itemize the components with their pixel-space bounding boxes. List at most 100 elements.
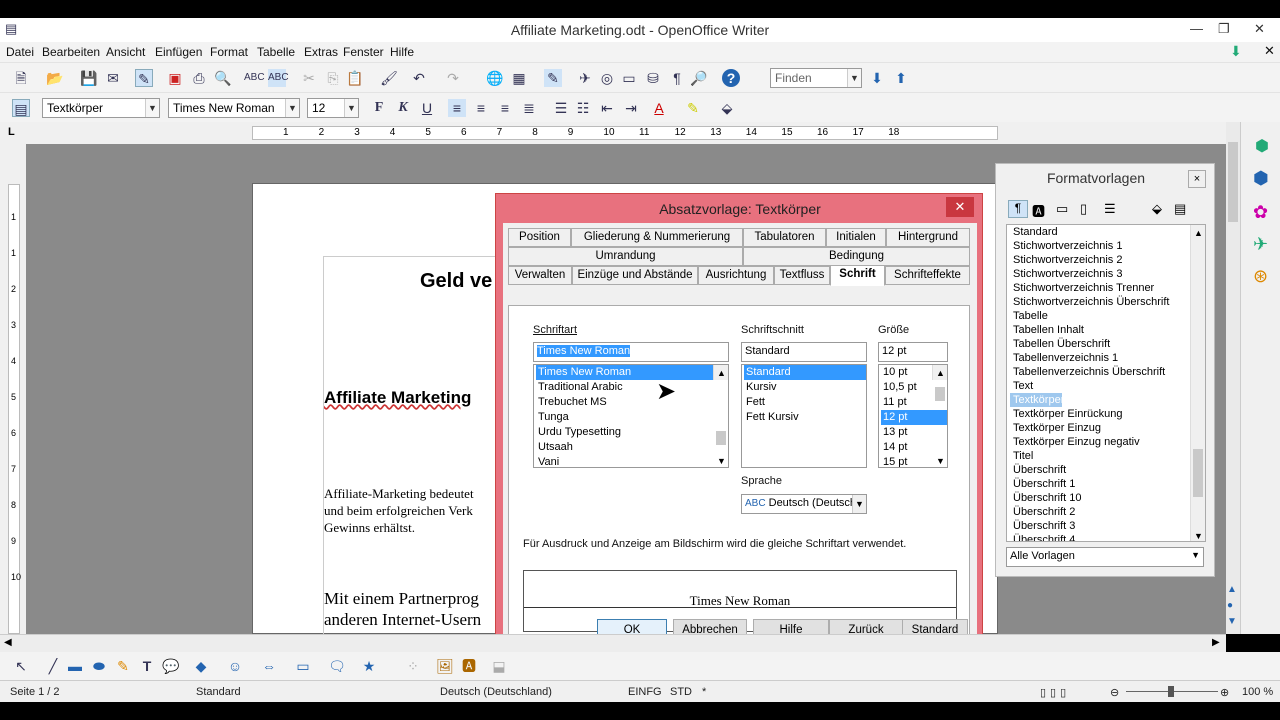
font-size-list-item[interactable]: 14 pt (881, 440, 947, 455)
open-icon[interactable]: 📂 (46, 69, 64, 87)
styles-panel-close-icon[interactable]: × (1188, 170, 1206, 188)
points-icon[interactable]: ⁘ (404, 657, 422, 675)
styles-icon[interactable]: ⬢ (1253, 168, 1269, 189)
fontwork-icon[interactable]: 🅰 (460, 657, 478, 675)
styles-list[interactable]: Standard Stichwortverzeichnis 1 Stichwortv… (1006, 224, 1206, 542)
format-paintbrush-icon[interactable]: 🖌 (380, 69, 398, 87)
font-name-select[interactable]: Times New Roman ▼ (168, 98, 300, 118)
help-icon[interactable]: ? (722, 69, 740, 87)
zoom-in-icon[interactable]: ⊕ (1220, 686, 1229, 699)
basic-shapes-icon[interactable]: ◆ (192, 657, 210, 675)
underline-icon[interactable]: U (418, 99, 436, 117)
rectangle-icon[interactable]: ▬ (66, 657, 84, 675)
print-icon[interactable]: ⎙ (190, 69, 208, 87)
tab-gliederung[interactable]: Gliederung & Nummerierung (571, 228, 743, 247)
font-name-dropdown-icon[interactable]: ▼ (285, 99, 299, 117)
paragraph-style-dropdown-icon[interactable]: ▼ (145, 99, 159, 117)
line-icon[interactable]: ╱ (44, 657, 62, 675)
menu-hilfe[interactable]: Hilfe (390, 45, 414, 59)
table-icon[interactable]: ▦ (510, 69, 528, 87)
font-size-list-item[interactable]: 12 pt (881, 410, 947, 425)
background-color-icon[interactable]: ⬙ (718, 99, 736, 117)
hscroll-right-icon[interactable]: ▶ (1212, 637, 1220, 648)
function-icon[interactable]: ⊛ (1253, 266, 1268, 287)
symbol-shapes-icon[interactable]: ☺ (226, 657, 244, 675)
data-sources-icon[interactable]: ▭ (620, 69, 638, 87)
style-list-item[interactable]: Textkörper Einrückung (1010, 407, 1205, 421)
close-document-icon[interactable]: ✕ (1264, 43, 1275, 59)
export-pdf-icon[interactable]: ▣ (166, 69, 184, 87)
next-page-icon[interactable]: ▼ (1227, 616, 1237, 627)
menu-tabelle[interactable]: Tabelle (257, 45, 295, 59)
stars-icon[interactable]: ★ (360, 657, 378, 675)
size-list-scroll-down-icon[interactable]: ▼ (936, 454, 945, 467)
restore-button[interactable]: ❐ (1218, 21, 1230, 37)
menu-format[interactable]: Format (210, 45, 248, 59)
font-name-list[interactable]: Times New Roman Traditional Arabic Trebuch… (533, 364, 729, 468)
tab-ausrichtung[interactable]: Ausrichtung (698, 266, 774, 285)
status-page[interactable]: Seite 1 / 2 (10, 686, 60, 698)
freeform-icon[interactable]: ✎ (114, 657, 132, 675)
find-next-icon[interactable]: ⬇ (868, 69, 886, 87)
tab-hintergrund[interactable]: Hintergrund (886, 228, 970, 247)
menu-ansicht[interactable]: Ansicht (106, 45, 145, 59)
sidebar-navigator-icon[interactable]: ✈ (1253, 234, 1268, 255)
status-language[interactable]: Deutsch (Deutschland) (440, 686, 552, 698)
email-icon[interactable]: ✉ (104, 69, 122, 87)
fill-format-icon[interactable]: ⬙ (1152, 201, 1162, 217)
redo-icon[interactable]: ↷ (444, 69, 462, 87)
font-style-list-item[interactable]: Kursiv (744, 380, 866, 395)
style-list-item[interactable]: Stichwortverzeichnis Trenner (1010, 281, 1205, 295)
navigator-icon[interactable]: ✈ (576, 69, 594, 87)
style-list-item[interactable]: Textkörper (1010, 393, 1064, 407)
style-list-item[interactable]: Stichwortverzeichnis 3 (1010, 267, 1205, 281)
tab-schrift[interactable]: Schrift (830, 265, 885, 286)
properties-icon[interactable]: ⬢ (1255, 136, 1269, 156)
view-layout-icons[interactable]: ▯▯▯ (1040, 686, 1070, 699)
tab-bedingung[interactable]: Bedingung (743, 247, 970, 266)
gallery-icon[interactable]: ◎ (598, 69, 616, 87)
style-list-item[interactable]: Tabellen Inhalt (1010, 323, 1205, 337)
menu-fenster[interactable]: Fenster (343, 45, 384, 59)
find-input[interactable]: Finden ▼ (770, 68, 862, 88)
extrusion-icon[interactable]: ⬓ (490, 657, 508, 675)
style-list-item[interactable]: Stichwortverzeichnis 1 (1010, 239, 1205, 253)
justify-icon[interactable]: ≣ (520, 99, 538, 117)
font-list-item[interactable]: Vani (536, 455, 728, 467)
style-list-item[interactable]: Text (1010, 379, 1205, 393)
from-file-icon[interactable]: 🖼 (436, 657, 454, 675)
status-zoom[interactable]: 100 % (1242, 686, 1273, 698)
numbering-icon[interactable]: ☰ (552, 99, 570, 117)
tab-verwalten[interactable]: Verwalten (508, 266, 572, 285)
zoom-slider[interactable] (1126, 686, 1218, 697)
styles-filter-dropdown-icon[interactable]: ▼ (1191, 550, 1200, 560)
menu-datei[interactable]: Datei (6, 45, 34, 59)
style-list-item[interactable]: Stichwortverzeichnis 2 (1010, 253, 1205, 267)
select-icon[interactable]: ↖ (12, 657, 30, 675)
minimize-button[interactable]: — (1190, 21, 1203, 36)
style-list-item[interactable]: Textkörper Einzug (1010, 421, 1205, 435)
tab-textfluss[interactable]: Textfluss (774, 266, 830, 285)
update-icon[interactable]: ⬇ (1230, 43, 1242, 60)
align-center-icon[interactable]: ≡ (472, 99, 490, 117)
font-list-item[interactable]: Trebuchet MS (536, 395, 728, 410)
callout-icon[interactable]: 💬 (162, 657, 180, 675)
style-list-item[interactable]: Tabelle (1010, 309, 1205, 323)
italic-icon[interactable]: K (394, 99, 412, 117)
font-list-item[interactable]: Utsaah (536, 440, 728, 455)
zoom-icon[interactable]: 🔎 (690, 69, 708, 87)
font-list-scroll-up-icon[interactable]: ▲ (717, 366, 726, 381)
tab-initialen[interactable]: Initialen (826, 228, 886, 247)
font-style-list-item[interactable]: Fett Kursiv (744, 410, 866, 425)
style-list-item[interactable]: Überschrift 2 (1010, 505, 1205, 519)
style-list-item[interactable]: Tabellenverzeichnis Überschrift (1010, 365, 1205, 379)
font-size-select[interactable]: 12 ▼ (307, 98, 359, 118)
language-dropdown-icon[interactable]: ▼ (852, 495, 866, 513)
new-style-icon[interactable]: ▤ (1174, 201, 1186, 217)
style-list-item[interactable]: Tabellen Überschrift (1010, 337, 1205, 351)
copy-icon[interactable]: ⎘ (324, 69, 342, 87)
block-arrows-icon[interactable]: ⇔ (260, 657, 278, 675)
paste-icon[interactable]: 📋 (346, 69, 364, 87)
font-name-field[interactable]: Times New Roman (533, 342, 729, 362)
font-list-item[interactable]: Urdu Typesetting (536, 425, 728, 440)
